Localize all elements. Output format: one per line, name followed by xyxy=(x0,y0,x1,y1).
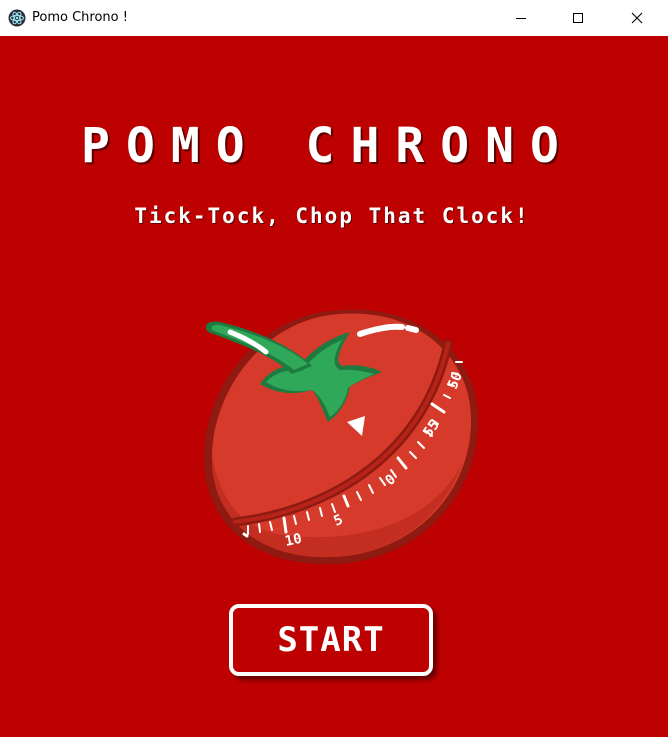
maximize-button[interactable] xyxy=(555,0,601,36)
electron-app-icon xyxy=(8,9,26,27)
app-title: POMO CHRONO xyxy=(81,118,575,174)
title-bar[interactable]: Pomo Chrono ! xyxy=(0,0,668,36)
close-icon xyxy=(631,12,643,24)
maximize-icon xyxy=(573,13,583,23)
start-button[interactable]: START xyxy=(229,604,433,676)
window-title: Pomo Chrono ! xyxy=(32,10,128,25)
minimize-icon xyxy=(516,18,526,19)
app-window: Pomo Chrono ! POMO CHRONO Tick-Tock, Cho… xyxy=(0,0,668,737)
tomato-timer-icon: 10 5 0 55 50 xyxy=(203,309,479,565)
close-button[interactable] xyxy=(614,0,660,36)
minimize-button[interactable] xyxy=(498,0,544,36)
tagline: Tick-Tock, Chop That Clock! xyxy=(134,204,530,228)
main-content: POMO CHRONO Tick-Tock, Chop That Clock! xyxy=(0,36,668,737)
